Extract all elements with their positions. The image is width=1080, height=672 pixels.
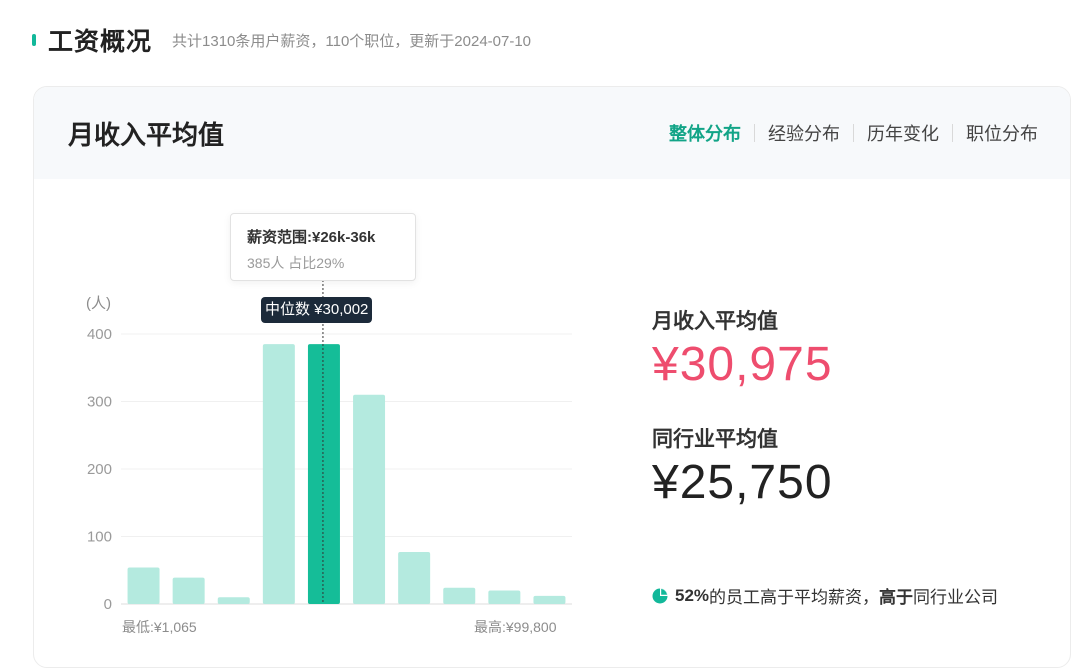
y-tick-label: 300 — [87, 394, 112, 411]
max-salary-label: 最高:¥99,800 — [474, 619, 557, 635]
y-axis-unit: (人) — [86, 295, 111, 312]
y-tick-label: 200 — [87, 461, 112, 478]
y-tick-label: 100 — [87, 529, 112, 546]
tooltip-range: 薪资范围:¥26k-36k — [247, 229, 376, 246]
note-text-2: 同行业公司 — [913, 588, 999, 607]
tab-divider — [853, 124, 854, 142]
tab-divider — [754, 124, 755, 142]
page-subtitle: 共计1310条用户薪资，110个职位，更新于2024-07-10 — [172, 32, 532, 50]
tooltip-detail: 385人 占比29% — [247, 255, 345, 271]
y-tick-label: 0 — [104, 596, 112, 613]
salary-card: 月收入平均值 整体分布 经验分布 历年变化 职位分布 0 100 200 300 400… — [33, 86, 1071, 668]
percent-value: 52% — [675, 585, 710, 605]
avg-label: 月收入平均值 — [652, 310, 778, 333]
note-text: 的员工高于平均薪资， — [709, 588, 880, 607]
tab-position[interactable]: 职位分布 — [966, 120, 1038, 146]
bar — [398, 552, 431, 604]
tab-divider — [952, 124, 953, 142]
min-salary-label: 最低:¥1,065 — [122, 619, 197, 635]
tab-experience[interactable]: 经验分布 — [768, 120, 840, 146]
comparison-note: 52% 的员工高于平均薪资， 高于 同行业公司 — [652, 583, 998, 608]
bar — [353, 394, 386, 604]
bar — [262, 344, 295, 604]
stats-panel: 月收入平均值 ¥30,975 同行业平均值 ¥25,750 — [652, 305, 833, 511]
page-header: 工资概况 共计1310条用户薪资，110个职位，更新于2024-07-10 — [32, 22, 531, 58]
accent-bar — [32, 34, 36, 46]
industry-avg-value: ¥25,750 — [652, 456, 833, 509]
y-tick-label: 400 — [87, 326, 112, 343]
bar — [127, 567, 160, 604]
pie-chart-icon — [652, 588, 668, 603]
tab-overall[interactable]: 整体分布 — [669, 120, 741, 146]
note-emphasis: 高于 — [879, 588, 914, 607]
salary-histogram: 0 100 200 300 400 — [87, 280, 572, 613]
bar-tooltip: 薪资范围:¥26k-36k 385人 占比29% — [230, 213, 416, 281]
bar — [172, 577, 205, 604]
tab-yearly[interactable]: 历年变化 — [867, 120, 939, 146]
page-title: 工资概况 — [48, 28, 153, 56]
tab-bar: 整体分布 经验分布 历年变化 职位分布 — [669, 120, 1038, 146]
bar — [443, 587, 476, 604]
median-label: 中位数 ¥30,002 — [261, 297, 373, 323]
bar — [217, 597, 250, 604]
bar — [533, 595, 566, 604]
bar-highlighted — [307, 344, 340, 604]
bar — [488, 590, 521, 604]
avg-value: ¥30,975 — [652, 338, 833, 391]
industry-avg-label: 同行业平均值 — [652, 428, 778, 451]
